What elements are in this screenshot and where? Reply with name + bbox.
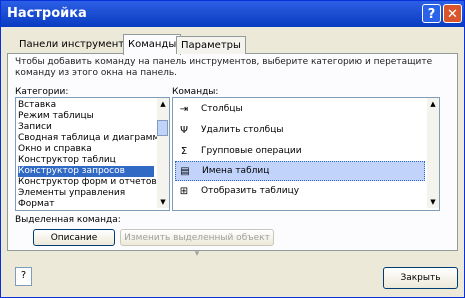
command-label: Столбцы (201, 104, 243, 114)
categories-list[interactable]: Вставка Режим таблицы Записи Сводная таб… (15, 97, 170, 211)
categories-scrollbar[interactable]: ▲ ▼ (157, 98, 169, 208)
selected-command-label: Выделенная команда: (15, 215, 121, 225)
tab-options[interactable]: Параметры (176, 36, 246, 54)
command-item[interactable]: Σ Групповые операции (175, 142, 425, 162)
description-button[interactable]: Описание (33, 229, 115, 246)
commands-list[interactable]: ⇥ Столбцы Ψ Удалить столбцы Σ Групповые … (172, 97, 440, 211)
instruction-text: Чтобы добавить команду на панель инструм… (15, 57, 433, 78)
scroll-down-arrow-icon[interactable]: ▼ (427, 196, 439, 208)
commands-scrollbar[interactable]: ▲ ▼ (427, 98, 439, 208)
window-title: Настройка (7, 6, 87, 21)
scroll-down-arrow-icon[interactable]: ▼ (157, 196, 169, 208)
command-label: Групповые операции (201, 146, 302, 156)
delete-columns-icon: Ψ (180, 125, 188, 136)
command-label: Отобразить таблицу (201, 186, 300, 196)
close-button[interactable]: Закрыть (383, 267, 458, 289)
modify-selection-button[interactable]: Изменить выделенный объект ▾ (120, 229, 274, 259)
category-item[interactable]: Сводная таблица и диаграмма (18, 133, 165, 144)
tab-toolbars[interactable]: Панели инструментов (15, 36, 140, 53)
scroll-up-arrow-icon[interactable]: ▲ (157, 98, 169, 110)
category-item[interactable]: Элементы управления (18, 188, 154, 199)
category-item[interactable]: Окно и справка (18, 144, 154, 155)
category-item[interactable]: Формат (18, 199, 154, 210)
help-title-button[interactable]: ? (422, 4, 441, 23)
command-item[interactable]: Ψ Удалить столбцы (175, 121, 425, 141)
category-item[interactable]: Вставка (18, 100, 154, 111)
command-item-selected[interactable]: ▤ Имена таблиц (175, 161, 425, 181)
category-item[interactable]: Конструктор форм и отчетов (18, 177, 157, 188)
categories-label: Категории: (15, 87, 69, 97)
title-bar: Настройка ? ✕ (1, 1, 464, 27)
help-icon[interactable]: ? (15, 267, 32, 286)
show-table-icon: ⊞ (179, 186, 189, 197)
command-label: Удалить столбцы (201, 125, 284, 135)
scroll-up-arrow-icon[interactable]: ▲ (427, 98, 439, 110)
category-item[interactable]: Конструктор таблиц (18, 155, 154, 166)
command-label: Имена таблиц (202, 166, 270, 176)
tab-commands[interactable]: Команды (123, 34, 182, 55)
command-item[interactable]: ⇥ Столбцы (175, 100, 425, 120)
category-item[interactable]: Режим таблицы (18, 111, 154, 122)
close-title-button[interactable]: ✕ (443, 4, 462, 23)
scroll-thumb[interactable] (157, 120, 168, 136)
commands-label: Команды: (172, 87, 219, 97)
command-item[interactable]: ⊞ Отобразить таблицу (175, 182, 425, 202)
customize-dialog: Настройка ? ✕ Панели инструментов Команд… (0, 0, 465, 298)
sigma-icon: Σ (180, 146, 188, 157)
category-item[interactable]: Записи (18, 122, 154, 133)
table-names-icon: ▤ (180, 166, 190, 177)
category-item-selected[interactable]: Конструктор запросов (18, 166, 154, 177)
insert-columns-icon: ⇥ (179, 104, 189, 115)
